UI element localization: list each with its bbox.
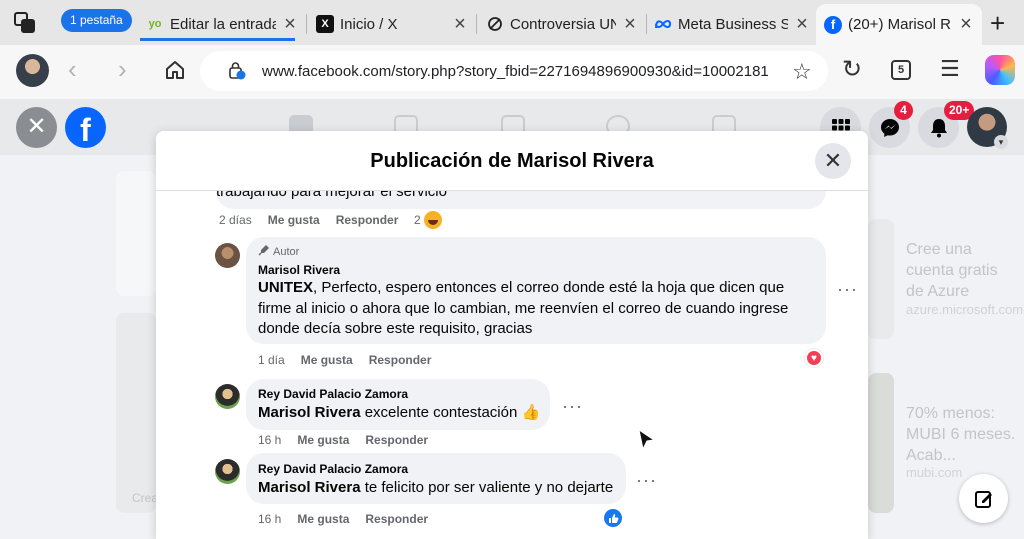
tabs-button[interactable]: 5 bbox=[891, 60, 911, 80]
heart-reaction-icon[interactable]: ♥ bbox=[805, 349, 823, 367]
forward-icon[interactable]: › bbox=[118, 56, 127, 82]
facebook-icon: f bbox=[824, 15, 842, 34]
close-tab-icon[interactable]: × bbox=[282, 13, 298, 36]
reaction-count[interactable]: 2 bbox=[414, 213, 421, 227]
tab-count-badge[interactable]: 1 pestaña bbox=[61, 9, 132, 32]
avatar[interactable] bbox=[215, 384, 240, 409]
comment-text: Marisol Rivera excelente contestación 👍 bbox=[258, 404, 541, 421]
background-card bbox=[116, 171, 156, 296]
home-icon[interactable] bbox=[164, 59, 186, 81]
modal-close-button[interactable]: ✕ bbox=[815, 143, 851, 179]
comment-more-icon[interactable]: ··· bbox=[837, 280, 858, 298]
tab-controversia[interactable]: Controversia UNITEX × bbox=[486, 8, 638, 40]
modal-header: Publicación de Marisol Rivera ✕ bbox=[156, 131, 868, 191]
avatar[interactable] bbox=[215, 243, 240, 268]
comment-actions: 16 h Me gusta Responder bbox=[258, 512, 428, 526]
mention-link[interactable]: Marisol Rivera bbox=[258, 479, 361, 496]
reload-icon[interactable]: ↻ bbox=[842, 55, 862, 84]
facebook-logo-icon[interactable]: f bbox=[65, 107, 106, 148]
tab-editar-entrada[interactable]: yo Editar la entrada « × bbox=[146, 8, 298, 40]
copilot-icon[interactable] bbox=[985, 55, 1015, 85]
close-tab-icon[interactable]: × bbox=[794, 13, 810, 36]
bookmark-star-icon[interactable]: ☆ bbox=[792, 59, 812, 85]
site-info-icon[interactable] bbox=[228, 62, 246, 80]
comment-actions: 2 días Me gusta Responder bbox=[219, 213, 398, 227]
comment-author[interactable]: Marisol Rivera bbox=[258, 263, 340, 277]
avatar[interactable] bbox=[215, 459, 240, 484]
ad-title-azure[interactable]: Cree una cuenta gratis de Azure bbox=[906, 239, 1016, 302]
reply-button[interactable]: Responder bbox=[365, 512, 428, 526]
meta-icon bbox=[654, 15, 672, 33]
reply-button[interactable]: Responder bbox=[365, 433, 428, 447]
ad-title-mubi[interactable]: 70% menos: MUBI 6 meses. Acab... bbox=[906, 403, 1016, 466]
background-card bbox=[116, 313, 156, 513]
tab-inicio-x[interactable]: X Inicio / X × bbox=[316, 8, 468, 40]
close-tab-icon[interactable]: × bbox=[452, 13, 468, 36]
reply-button[interactable]: Responder bbox=[336, 213, 399, 227]
like-button[interactable]: Me gusta bbox=[301, 353, 353, 367]
comment-time[interactable]: 16 h bbox=[258, 433, 281, 447]
like-button[interactable]: Me gusta bbox=[297, 433, 349, 447]
messenger-badge: 4 bbox=[894, 101, 913, 120]
ad-domain-mubi: mubi.com bbox=[906, 465, 963, 480]
post-modal: Publicación de Marisol Rivera ✕ trabajan… bbox=[156, 131, 868, 539]
ad-image[interactable] bbox=[868, 373, 894, 513]
mention-link[interactable]: UNITEX bbox=[258, 279, 313, 296]
like-button[interactable]: Me gusta bbox=[297, 512, 349, 526]
haha-reaction-icon[interactable] bbox=[424, 211, 442, 229]
comment-time[interactable]: 16 h bbox=[258, 512, 281, 526]
reply-button[interactable]: Responder bbox=[369, 353, 432, 367]
comment-time[interactable]: 2 días bbox=[219, 213, 252, 227]
url-text[interactable]: www.facebook.com/story.php?story_fbid=22… bbox=[262, 63, 772, 80]
comment-time[interactable]: 1 día bbox=[258, 353, 285, 367]
menu-icon[interactable]: ☰ bbox=[940, 56, 960, 82]
comment-actions: 1 día Me gusta Responder bbox=[258, 353, 431, 367]
close-tab-icon[interactable]: × bbox=[958, 13, 974, 36]
new-message-button[interactable] bbox=[959, 474, 1008, 523]
close-tab-icon[interactable]: × bbox=[622, 13, 638, 36]
like-button[interactable]: Me gusta bbox=[268, 213, 320, 227]
tab-meta-business[interactable]: Meta Business Suite × bbox=[654, 8, 810, 40]
comment-author[interactable]: Rey David Palacio Zamora bbox=[258, 387, 408, 401]
browser-profile-avatar[interactable] bbox=[16, 54, 49, 87]
x-icon: X bbox=[316, 15, 334, 33]
comment-more-icon[interactable]: ··· bbox=[636, 471, 657, 489]
browser-toolbar: ‹ › www.facebook.com/story.php?story_fbi… bbox=[0, 45, 1024, 99]
comment-author[interactable]: Rey David Palacio Zamora bbox=[258, 462, 408, 476]
left-card-text: Crea bbox=[132, 491, 159, 505]
comment-text: UNITEX, Perfecto, espero entonces el cor… bbox=[258, 279, 789, 337]
mention-link[interactable]: Marisol Rivera bbox=[258, 404, 361, 421]
yoast-icon: yo bbox=[148, 18, 162, 30]
like-reaction-icon[interactable] bbox=[604, 509, 622, 527]
microphone-icon bbox=[258, 244, 270, 259]
tab-marisol-rivera-active[interactable]: f (20+) Marisol Rivera × bbox=[816, 4, 982, 45]
ad-image[interactable] bbox=[868, 219, 894, 339]
comment-actions: 16 h Me gusta Responder bbox=[258, 433, 428, 447]
close-story-icon[interactable]: ✕ bbox=[16, 107, 57, 148]
account-chevron-down-icon[interactable]: ▾ bbox=[994, 135, 1008, 149]
comment-text: Marisol Rivera te felicito por ser valie… bbox=[258, 479, 614, 496]
address-bar[interactable]: www.facebook.com/story.php?story_fbid=22… bbox=[200, 51, 828, 91]
modal-title: Publicación de Marisol Rivera bbox=[370, 150, 654, 172]
browser-tab-strip: 1 pestaña yo Editar la entrada « × X Ini… bbox=[0, 0, 1024, 45]
author-tag: Autor bbox=[258, 244, 299, 259]
ad-domain-azure: azure.microsoft.com bbox=[906, 302, 1024, 317]
controversy-icon bbox=[486, 15, 504, 33]
tab-switcher-icon[interactable] bbox=[14, 12, 36, 34]
new-tab-button[interactable]: + bbox=[990, 10, 1005, 36]
comment-more-icon[interactable]: ··· bbox=[562, 397, 583, 415]
back-icon[interactable]: ‹ bbox=[68, 56, 77, 82]
tab-group-underline bbox=[140, 38, 295, 41]
